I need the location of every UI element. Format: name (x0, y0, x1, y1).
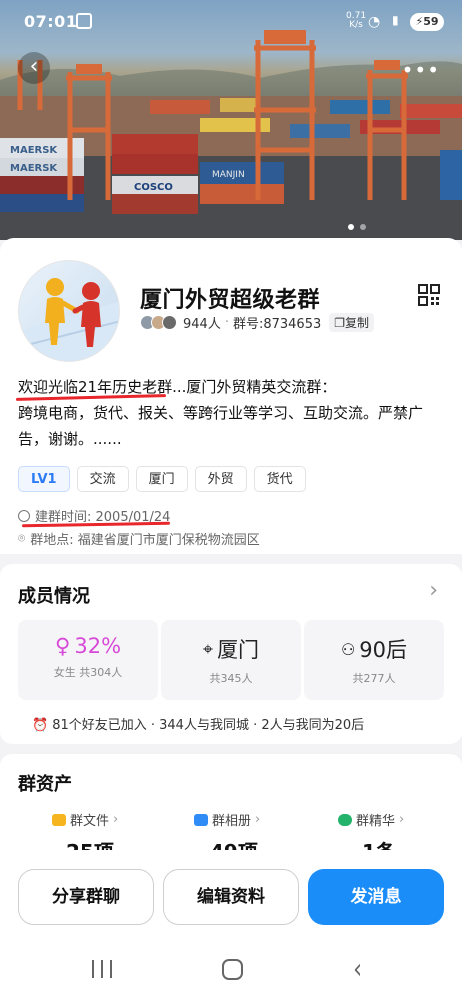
svg-text:MAERSK: MAERSK (10, 145, 58, 156)
location-pin-icon: ⌖ (202, 638, 214, 660)
group-avatar[interactable] (18, 260, 120, 362)
stat-card-gender[interactable]: ♀ 32% 女生 共304人 (18, 620, 158, 700)
group-description: 欢迎光临21年历史老群...厦门外贸精英交流群： 跨境电商，货代、报关、等跨行业… (18, 378, 424, 448)
more-dots-icon: ••• (401, 58, 440, 82)
asset-essence[interactable]: 群精华 › (338, 810, 404, 829)
more-options-button[interactable]: ••• (402, 58, 440, 82)
wifi-icon: ◔ (368, 14, 381, 30)
stat-value: 32% (74, 634, 122, 658)
network-speed: 0.71 K/s (346, 12, 366, 30)
member-avatars[interactable] (140, 315, 177, 330)
net-speed-unit: K/s (349, 20, 363, 30)
handshake-avatar-art (19, 278, 119, 361)
member-overview-section: 成员情况 › ♀ 32% 女生 共304人 ⌖ 厦门 共345人 ⚇ 90后 共277… (0, 564, 462, 744)
member-count: 944人 (183, 317, 221, 332)
friends-summary-text: 81个好友已加入 · 344人与我同城 · 2人与我同为20后 (52, 718, 365, 733)
send-message-button[interactable]: 发消息 (308, 869, 444, 925)
back-nav-icon[interactable]: ‹ (353, 952, 362, 985)
stat-card-age[interactable]: ⚇ 90后 共277人 (304, 620, 444, 700)
member-avatar (162, 315, 177, 330)
tag-item[interactable]: 外贸 (194, 466, 247, 492)
assets-title: 群资产 (18, 774, 72, 795)
chevron-right-icon[interactable]: › (429, 578, 438, 603)
battery-indicator: ⚡59 (410, 13, 444, 31)
system-nav-bar: ‹ (0, 944, 462, 1000)
group-id: 群号:8734653 (232, 317, 322, 332)
asset-label: 群相册 (212, 814, 252, 829)
stat-subtitle: 共277人 (352, 672, 396, 685)
status-bar: 07:01 0.71 K/s ◔ ▮ ⚡59 (0, 0, 462, 44)
tag-item[interactable]: 交流 (76, 466, 129, 492)
back-button[interactable]: ‹ (18, 52, 50, 84)
group-tags: LV1 交流 厦门 外贸 货代 (18, 466, 306, 492)
folder-icon (52, 813, 66, 826)
qr-code-icon[interactable] (418, 284, 440, 306)
recent-apps-icon[interactable] (92, 960, 112, 978)
group-meta-row: 944人 · 群号:8734653 ❐复制 (140, 313, 375, 332)
asset-label: 群文件 (70, 814, 110, 829)
members-title: 成员情况 (18, 586, 90, 607)
tag-item[interactable]: 货代 (253, 466, 306, 492)
svg-text:MANJIN: MANJIN (212, 170, 245, 180)
copy-label: 复制 (345, 316, 370, 330)
stat-card-city[interactable]: ⌖ 厦门 共345人 (161, 620, 301, 700)
location-row: ⌾ 群地点: 福建省厦门市厦门保税物流园区 (18, 529, 260, 548)
status-time: 07:01 (24, 12, 78, 31)
group-cover-image: MAERSK MAERSK COSCO MANJIN 07:01 0.71 K/s… (0, 0, 462, 240)
copy-group-id-button[interactable]: ❐复制 (329, 313, 375, 332)
carousel-dot (360, 224, 366, 230)
action-bar: 分享群聊 编辑资料 发消息 (0, 850, 462, 944)
tag-level[interactable]: LV1 (18, 466, 70, 492)
chevron-left-icon: ‹ (29, 54, 39, 79)
asset-label: 群精华 (356, 814, 396, 829)
tag-item[interactable]: 厦门 (135, 466, 188, 492)
group-location: 群地点: 福建省厦门市厦门保税物流园区 (30, 533, 260, 548)
share-group-button[interactable]: 分享群聊 (18, 869, 154, 925)
copy-icon: ❐ (334, 316, 346, 330)
location-pin-icon: ⌾ (18, 531, 26, 545)
home-icon[interactable] (222, 959, 243, 980)
group-name: 厦门外贸超级老群 (140, 288, 321, 313)
essence-icon (338, 813, 352, 826)
stat-value: 90后 (359, 638, 408, 662)
person-icon: ⚇ (340, 639, 356, 659)
signal-icon: ▮ (392, 13, 399, 27)
clock-icon (18, 509, 30, 522)
carousel-indicator (348, 224, 366, 230)
asset-files[interactable]: 群文件 › (52, 810, 118, 829)
friends-summary: ⏰ 81个好友已加入 · 344人与我同城 · 2人与我同为20后 (32, 714, 364, 733)
asset-album[interactable]: 群相册 › (194, 810, 260, 829)
album-icon (194, 813, 208, 826)
group-profile-card: 厦门外贸超级老群 944人 · 群号:8734653 ❐复制 欢迎光临21年历史… (0, 238, 462, 554)
svg-text:COSCO: COSCO (134, 182, 173, 193)
alarm-icon: ⏰ (32, 718, 49, 733)
stat-subtitle: 共345人 (209, 672, 253, 685)
female-icon: ♀ (54, 634, 71, 658)
edit-profile-button[interactable]: 编辑资料 (163, 869, 299, 925)
stat-subtitle: 女生 共304人 (53, 666, 123, 679)
stat-value: 厦门 (217, 638, 260, 662)
carousel-dot (348, 224, 354, 230)
screen-capture-icon (76, 13, 92, 29)
battery-level: 59 (423, 15, 439, 28)
svg-text:MAERSK: MAERSK (10, 163, 58, 174)
